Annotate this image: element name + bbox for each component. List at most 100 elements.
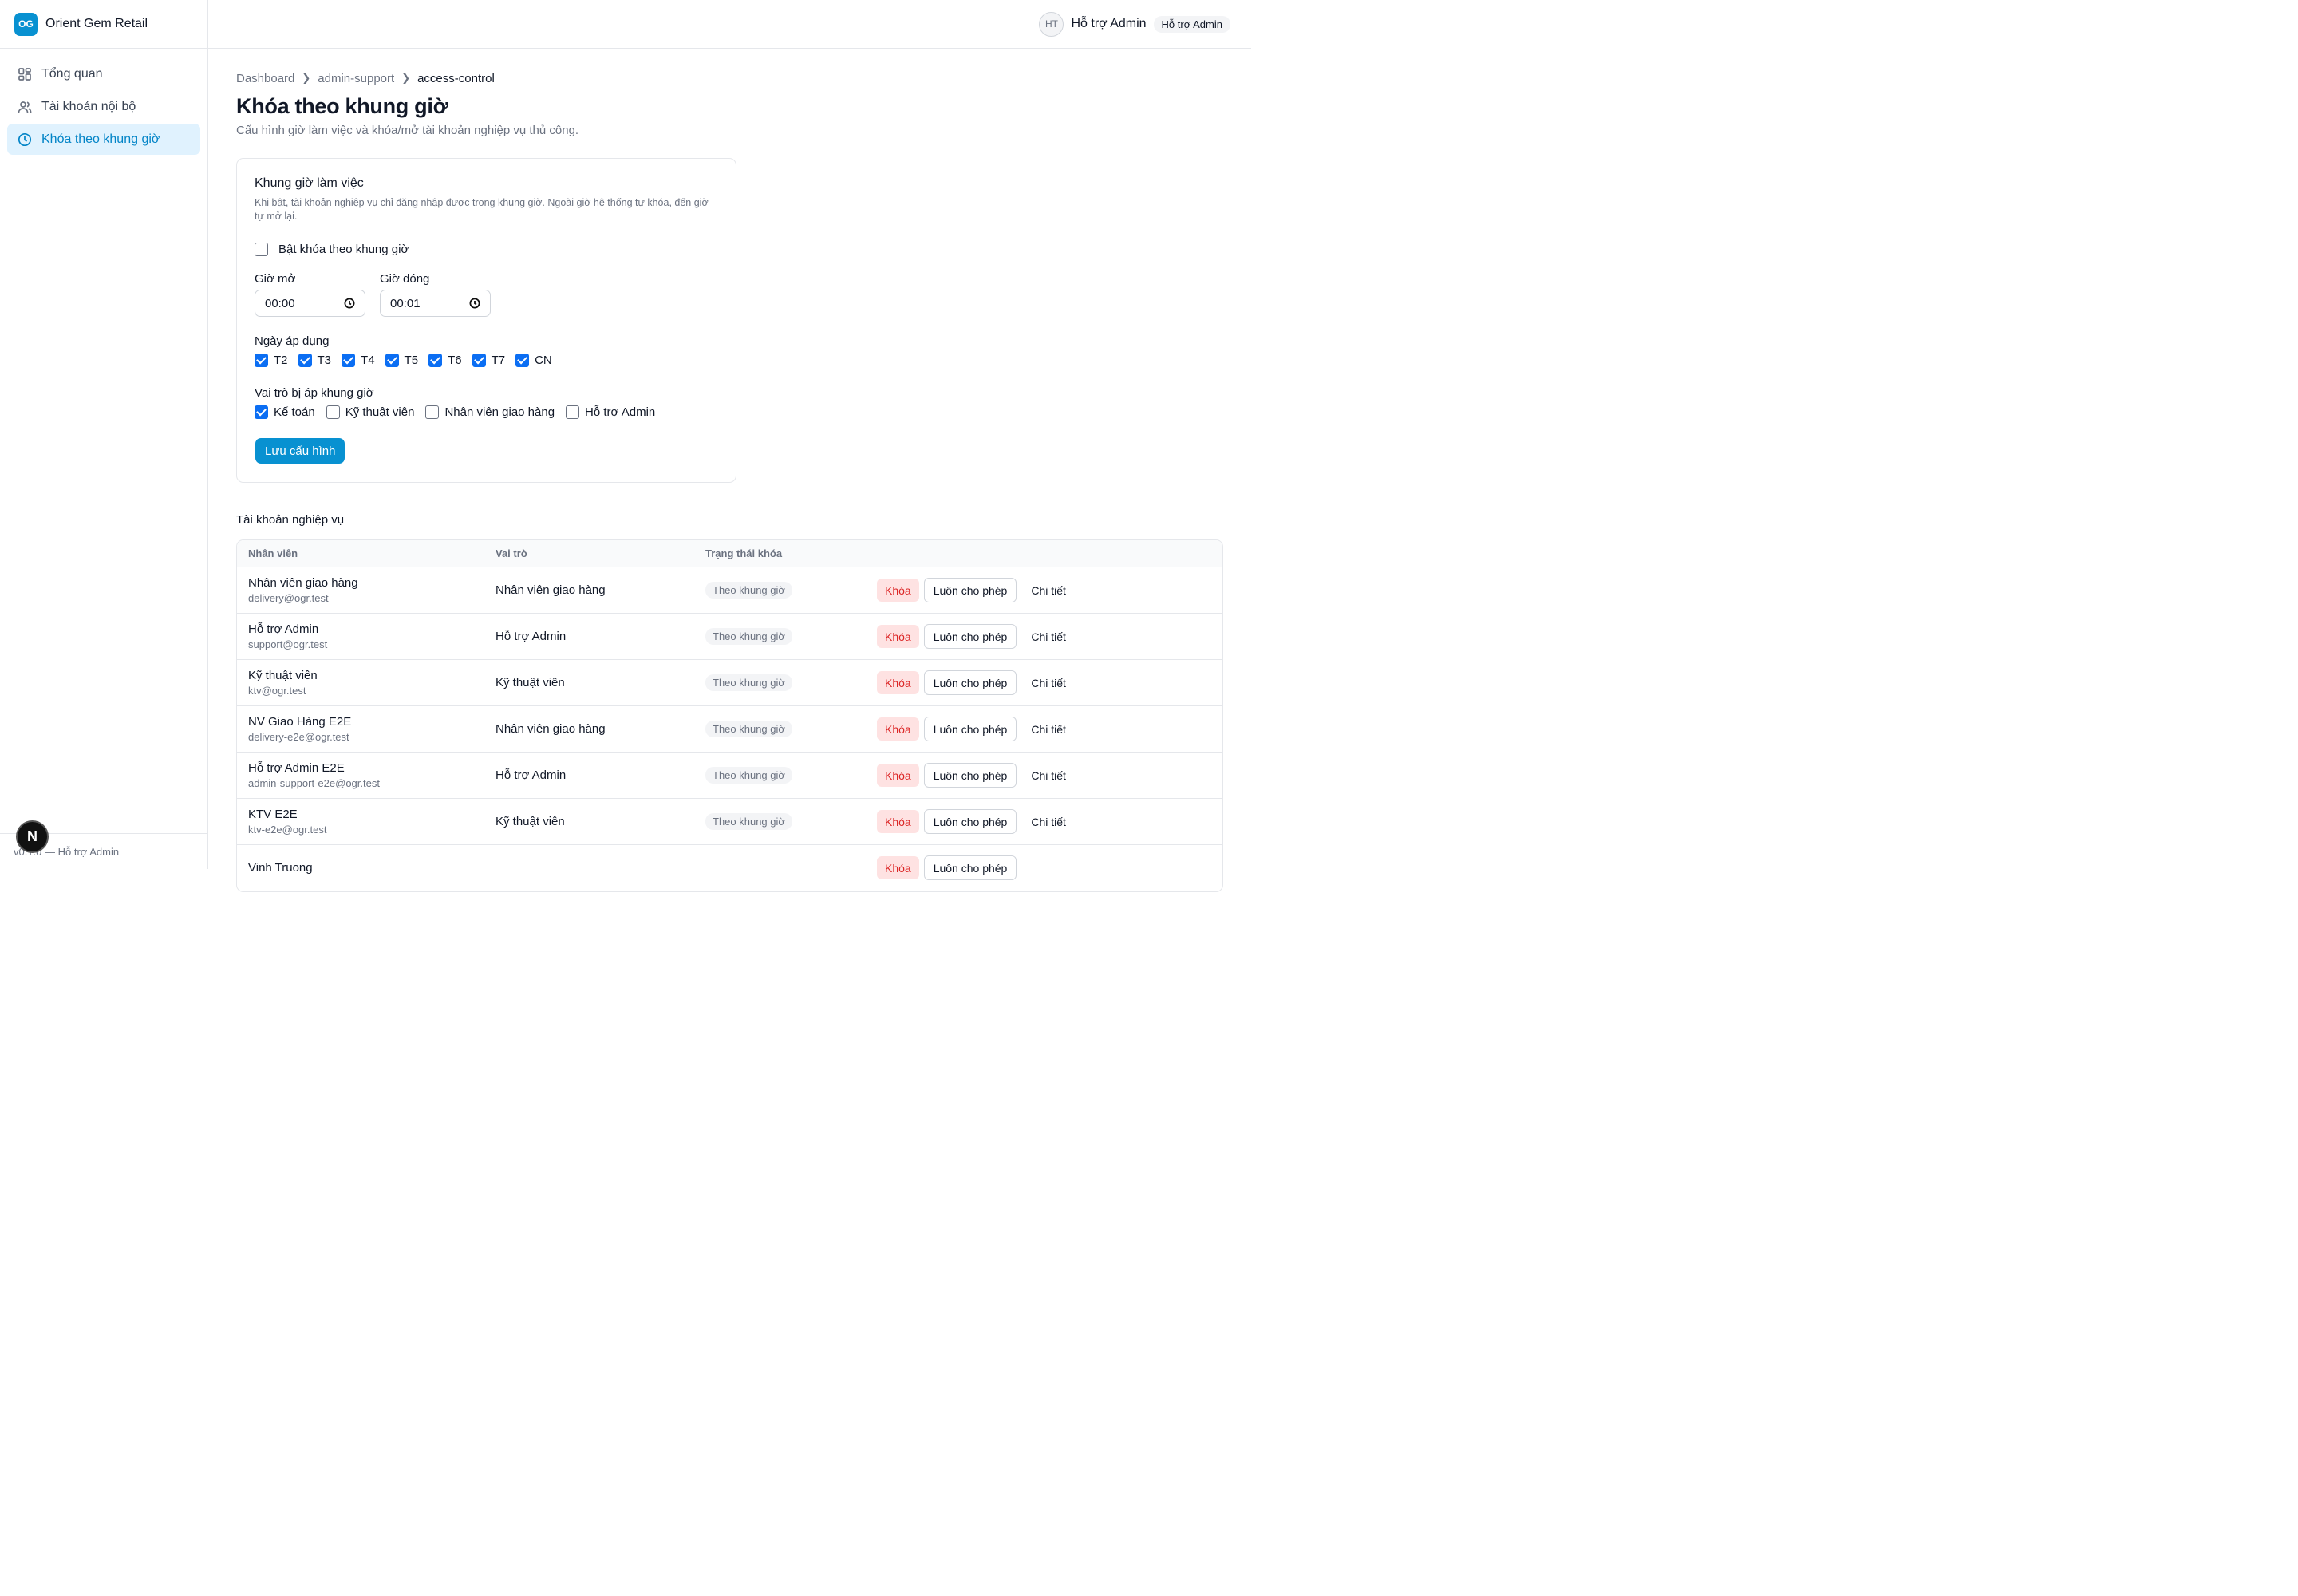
close-time-input[interactable]: 00:01: [380, 290, 491, 317]
day-label: T4: [361, 354, 375, 367]
table-row: Nhân viên giao hàng delivery@ogr.test Nhâ…: [237, 567, 1222, 614]
employee-name: KTV E2E: [248, 808, 298, 821]
roles-checkbox-group: Kế toán Kỹ thuật viên Nhân viên giao hàn…: [255, 405, 718, 419]
close-time-label: Giờ đóng: [380, 272, 430, 286]
column-header-role: Vai trò: [496, 547, 527, 559]
clock-icon[interactable]: [469, 298, 480, 309]
lock-button[interactable]: Khóa: [877, 579, 919, 602]
time-range: Giờ mở 00:00 Giờ đóng 00:01: [255, 272, 718, 317]
open-time-group: Giờ mở 00:00: [255, 272, 365, 317]
always-allow-button[interactable]: Luôn cho phép: [923, 578, 1017, 602]
schedule-description: Khi bật, tài khoản nghiệp vụ chỉ đăng nh…: [255, 197, 709, 222]
employee-email: delivery@ogr.test: [248, 592, 329, 604]
day-checkbox[interactable]: [298, 354, 312, 367]
sidebar-item-time-lock[interactable]: Khóa theo khung giờ: [7, 124, 200, 155]
day-option[interactable]: T3: [298, 354, 332, 367]
employee-role: Nhân viên giao hàng: [496, 722, 606, 736]
lock-button[interactable]: Khóa: [877, 764, 919, 787]
role-option[interactable]: Hỗ trợ Admin: [566, 405, 655, 419]
employee-email: ktv@ogr.test: [248, 685, 306, 697]
employee-name: Hỗ trợ Admin: [248, 622, 319, 636]
status-badge: Theo khung giờ: [705, 813, 792, 830]
employee-email: support@ogr.test: [248, 638, 328, 650]
day-checkbox[interactable]: [472, 354, 486, 367]
column-header-employee: Nhân viên: [248, 547, 298, 559]
always-allow-button[interactable]: Luôn cho phép: [923, 624, 1017, 649]
close-time-value: 00:01: [390, 296, 421, 310]
lock-button[interactable]: Khóa: [877, 717, 919, 741]
sidebar-nav: Tổng quan Tài khoản nội bộ Khóa theo khu…: [0, 49, 207, 166]
table-row: Hỗ trợ Admin E2E admin-support-e2e@ogr.te…: [237, 753, 1222, 799]
schedule-card: Khung giờ làm việc Khi bật, tài khoản ng…: [236, 158, 736, 483]
sidebar-item-label: Tổng quan: [41, 66, 103, 81]
role-label: Nhân viên giao hàng: [444, 405, 555, 419]
enable-time-lock-checkbox[interactable]: [255, 243, 268, 256]
enable-time-lock-row[interactable]: Bật khóa theo khung giờ: [255, 243, 718, 256]
avatar[interactable]: HT: [1039, 11, 1064, 37]
employee-name: Nhân viên giao hàng: [248, 576, 358, 590]
sidebar-item-internal-accounts[interactable]: Tài khoản nội bộ: [7, 91, 200, 122]
dev-tools-badge[interactable]: N: [16, 820, 49, 853]
always-allow-button[interactable]: Luôn cho phép: [923, 809, 1017, 834]
employee-role: Hỗ trợ Admin: [496, 768, 567, 782]
sidebar-item-label: Khóa theo khung giờ: [41, 132, 160, 146]
role-option[interactable]: Nhân viên giao hàng: [425, 405, 555, 419]
day-checkbox[interactable]: [385, 354, 399, 367]
chevron-right-icon: ❯: [401, 72, 411, 84]
day-checkbox[interactable]: [428, 354, 443, 367]
lock-button[interactable]: Khóa: [877, 625, 919, 648]
brand-logo: OG: [14, 12, 38, 36]
employee-name: Vinh Truong: [248, 861, 313, 875]
role-badge: Hỗ trợ Admin: [1153, 15, 1230, 33]
detail-button[interactable]: Chi tiết: [1022, 624, 1075, 649]
role-checkbox[interactable]: [326, 405, 340, 419]
status-badge: Theo khung giờ: [705, 674, 792, 691]
breadcrumb-admin-support[interactable]: admin-support: [318, 72, 394, 85]
accounts-table: Nhân viên Vai trò Trạng thái khóa Nhân v…: [236, 539, 1223, 892]
status-badge: Theo khung giờ: [705, 721, 792, 737]
day-option[interactable]: T4: [342, 354, 375, 367]
detail-button[interactable]: Chi tiết: [1022, 578, 1075, 602]
lock-button[interactable]: Khóa: [877, 856, 919, 879]
always-allow-button[interactable]: Luôn cho phép: [923, 855, 1017, 880]
day-checkbox[interactable]: [515, 354, 530, 367]
role-checkbox[interactable]: [566, 405, 580, 419]
role-option[interactable]: Kỹ thuật viên: [326, 405, 414, 419]
table-row: Hỗ trợ Admin support@ogr.test Hỗ trợ Admi…: [237, 614, 1222, 660]
day-option[interactable]: T5: [385, 354, 418, 367]
day-option[interactable]: CN: [515, 354, 552, 367]
always-allow-button[interactable]: Luôn cho phép: [923, 670, 1017, 695]
lock-button[interactable]: Khóa: [877, 810, 919, 833]
day-checkbox[interactable]: [255, 354, 268, 367]
day-checkbox[interactable]: [342, 354, 356, 367]
role-checkbox[interactable]: [425, 405, 440, 419]
brand[interactable]: OG Orient Gem Retail: [0, 0, 207, 49]
detail-button[interactable]: Chi tiết: [1022, 670, 1075, 695]
detail-button[interactable]: Chi tiết: [1022, 809, 1075, 834]
always-allow-button[interactable]: Luôn cho phép: [923, 717, 1017, 741]
detail-button[interactable]: Chi tiết: [1022, 763, 1075, 788]
employee-name: Kỹ thuật viên: [248, 669, 318, 682]
role-checkbox[interactable]: [255, 405, 268, 419]
save-config-button[interactable]: Lưu cấu hình: [255, 438, 345, 464]
day-option[interactable]: T7: [472, 354, 506, 367]
open-time-label: Giờ mở: [255, 272, 296, 286]
day-label: T7: [491, 354, 506, 367]
sidebar-item-overview[interactable]: Tổng quan: [7, 58, 200, 89]
open-time-value: 00:00: [265, 296, 295, 310]
day-option[interactable]: T2: [255, 354, 288, 367]
always-allow-button[interactable]: Luôn cho phép: [923, 763, 1017, 788]
employee-role: Hỗ trợ Admin: [496, 630, 567, 643]
open-time-input[interactable]: 00:00: [255, 290, 365, 317]
role-label: Hỗ trợ Admin: [585, 405, 656, 419]
role-option[interactable]: Kế toán: [255, 405, 315, 419]
lock-button[interactable]: Khóa: [877, 671, 919, 694]
breadcrumb-dashboard[interactable]: Dashboard: [236, 72, 294, 85]
day-label: T3: [317, 354, 332, 367]
day-label: T2: [274, 354, 288, 367]
day-option[interactable]: T6: [428, 354, 462, 367]
table-header: Nhân viên Vai trò Trạng thái khóa: [237, 540, 1222, 567]
clock-icon[interactable]: [344, 298, 355, 309]
detail-button[interactable]: Chi tiết: [1022, 717, 1075, 741]
status-badge: Theo khung giờ: [705, 582, 792, 598]
